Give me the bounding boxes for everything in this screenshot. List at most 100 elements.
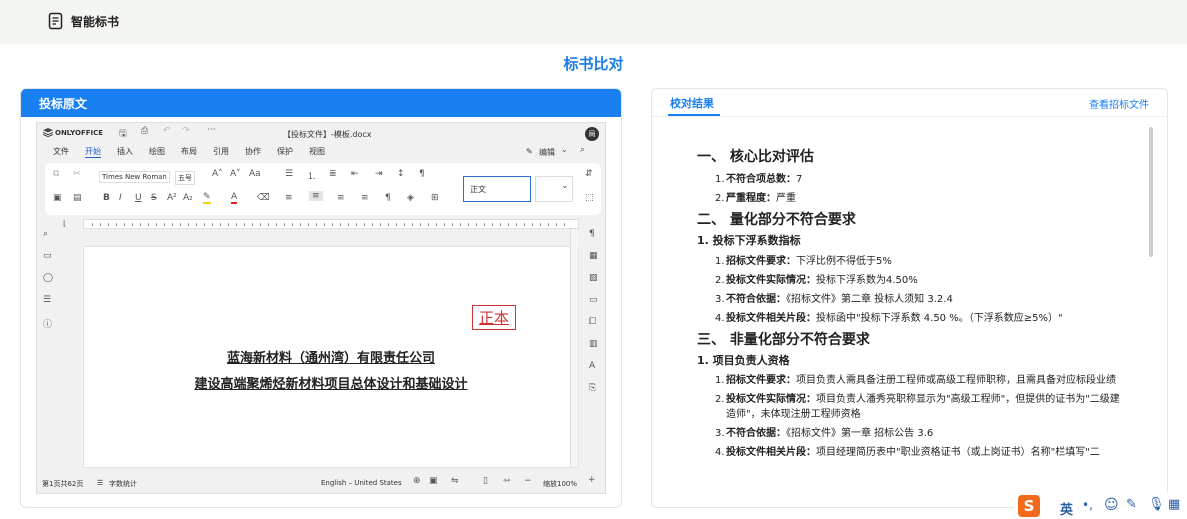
shading-icon[interactable]: ◈ [407,193,414,203]
edit-mode[interactable]: 编辑 [539,147,555,158]
item-text: 项目负责人需具备注册工程师或高级工程师职称，且需具备对应标段业绩 [796,375,1116,386]
zoom-in-icon[interactable]: + [588,475,596,485]
menu-item-2[interactable]: 插入 [117,146,133,157]
more-icon[interactable]: ··· [207,125,216,135]
strikethrough-icon[interactable]: S [151,193,157,203]
format-painter-icon[interactable]: ✂ [73,169,81,179]
microphone-icon[interactable]: 🎙 [1148,497,1165,512]
search-icon[interactable]: ⌕ [43,229,48,239]
pen-icon[interactable]: ✎ [1126,497,1137,512]
align-left-icon[interactable]: ≡ [285,193,293,203]
paragraph-marks-icon[interactable]: ¶ [589,229,595,239]
table-icon[interactable]: ▦ [589,251,598,261]
user-avatar[interactable]: 局 [585,127,599,141]
tab-result[interactable]: 校对结果 [670,95,714,111]
document-page[interactable]: 正本 蓝海新材料（通州湾）有限责任公司 建设高端聚烯烃新材料项目总体设计和基础设… [83,246,579,468]
ruler-tick [324,223,325,226]
vertical-scrollbar[interactable] [570,229,578,467]
save-icon[interactable]: 🖫 [119,126,127,142]
ime-lang[interactable]: 英 [1060,499,1073,518]
chart-icon[interactable]: ▥ [589,339,598,349]
edit-mode-icon[interactable]: ✎ [526,147,533,156]
word-count[interactable]: 字数统计 [109,479,137,489]
copy-icon[interactable]: ⧉ [53,169,59,179]
ruler-tick [204,223,205,226]
globe-icon[interactable]: ⊕ [413,476,421,486]
style-expand-icon[interactable]: ⌄ [561,181,569,191]
horizontal-ruler[interactable] [83,219,579,229]
print-icon[interactable]: ⎙ [141,126,148,136]
paste-icon[interactable]: ▣ [53,193,62,203]
punctuation-icon[interactable]: •, [1082,498,1093,512]
emoji-icon[interactable]: ☺ [1104,497,1119,513]
decrease-font-icon[interactable]: A˅ [230,169,241,179]
style-box[interactable]: 正文 [463,176,531,202]
zoom-out-icon[interactable]: − [524,476,532,486]
italic-icon[interactable]: I [119,193,122,203]
paragraph-settings-icon[interactable]: ¶ [419,169,425,179]
change-case-icon[interactable]: Aa [249,169,261,179]
menu-item-0[interactable]: 文件 [53,146,69,157]
text-art-icon[interactable]: A [589,361,595,371]
navigation-icon[interactable]: ☰ [43,295,51,305]
search-icon[interactable]: ⌕ [580,145,585,155]
underline-icon[interactable]: U [135,193,142,203]
highlight-icon[interactable]: ✎ [203,192,211,204]
result-scrollbar[interactable] [1149,127,1153,257]
chevron-down-icon[interactable]: ⌄ [561,145,568,154]
borders-icon[interactable]: ⊞ [431,193,439,203]
ruler-tick [500,223,501,226]
multilevel-icon[interactable]: ≣ [329,169,337,179]
ruler-tick [356,223,357,226]
ruler-tab-icon[interactable]: ⌊ [63,219,66,228]
view-tender-link[interactable]: 查看招标文件 [1089,96,1149,111]
line-spacing-icon[interactable]: ↕ [397,169,405,179]
font-color-icon[interactable]: A [231,192,238,204]
image-icon[interactable]: ▨ [589,273,598,283]
increase-font-icon[interactable]: A˄ [212,169,223,179]
fit-page-icon[interactable]: ▯ [483,476,488,486]
document-line-company: 蓝海新材料（通州湾）有限责任公司 [226,351,435,366]
paste-special-icon[interactable]: ▤ [73,193,82,203]
shape-icon[interactable]: ⧠ [589,317,596,327]
align-right-icon[interactable]: ≡ [337,193,345,203]
grid-icon[interactable]: ▦ [1168,497,1180,512]
font-name-select[interactable]: Times New Roman [99,171,170,183]
spellcheck-icon[interactable]: ▣ [429,476,438,486]
decrease-indent-icon[interactable]: ⇤ [351,169,359,179]
superscript-icon[interactable]: A² [167,193,177,203]
menu-item-8[interactable]: 视图 [309,146,325,157]
info-icon[interactable]: ⓘ [43,317,52,330]
undo-icon[interactable]: ↶ [163,126,171,136]
menu-item-3[interactable]: 绘图 [149,146,165,157]
menu-item-4[interactable]: 布局 [181,146,197,157]
sogou-icon[interactable]: S [1018,495,1040,517]
bullets-icon[interactable]: ☰ [285,169,293,179]
menu-item-6[interactable]: 协作 [245,146,261,157]
ime-toolbar: S 英 •, ☺ ✎ 🎙 ▦ [1014,493,1187,519]
fit-width-icon[interactable]: ⇿ [503,476,511,486]
subscript-icon[interactable]: A₂ [183,193,193,203]
redo-icon[interactable]: ↷ [182,126,190,136]
signature-icon[interactable]: ⎘ [589,383,596,393]
numbering-icon[interactable]: ⒈ [307,169,316,182]
justify-icon[interactable]: ≡ [361,193,369,203]
clear-format-icon[interactable]: ⌫ [257,193,270,203]
select-icon[interactable]: ⬚ [585,193,594,203]
align-center-icon[interactable]: ≡ [309,191,323,201]
track-changes-icon[interactable]: ⇋ [451,476,459,486]
language-select[interactable]: English – United States [321,479,402,487]
increase-indent-icon[interactable]: ⇥ [375,169,383,179]
zoom-level[interactable]: 缩放100% [543,479,577,489]
comment-icon[interactable]: ▭ [43,251,52,261]
menu-item-1[interactable]: 开始 [85,146,101,158]
nonprinting-icon[interactable]: ¶ [385,193,391,203]
menu-item-5[interactable]: 引用 [213,146,229,157]
page-indicator[interactable]: 第1页共62页 [42,479,83,489]
font-size-select[interactable]: 五号 [175,171,195,185]
header-footer-icon[interactable]: ▭ [589,295,598,305]
chat-icon[interactable]: ◯ [43,273,53,283]
menu-item-7[interactable]: 保护 [277,146,293,157]
copy-style-icon[interactable]: ⇵ [585,169,593,179]
bold-icon[interactable]: B [103,193,110,203]
